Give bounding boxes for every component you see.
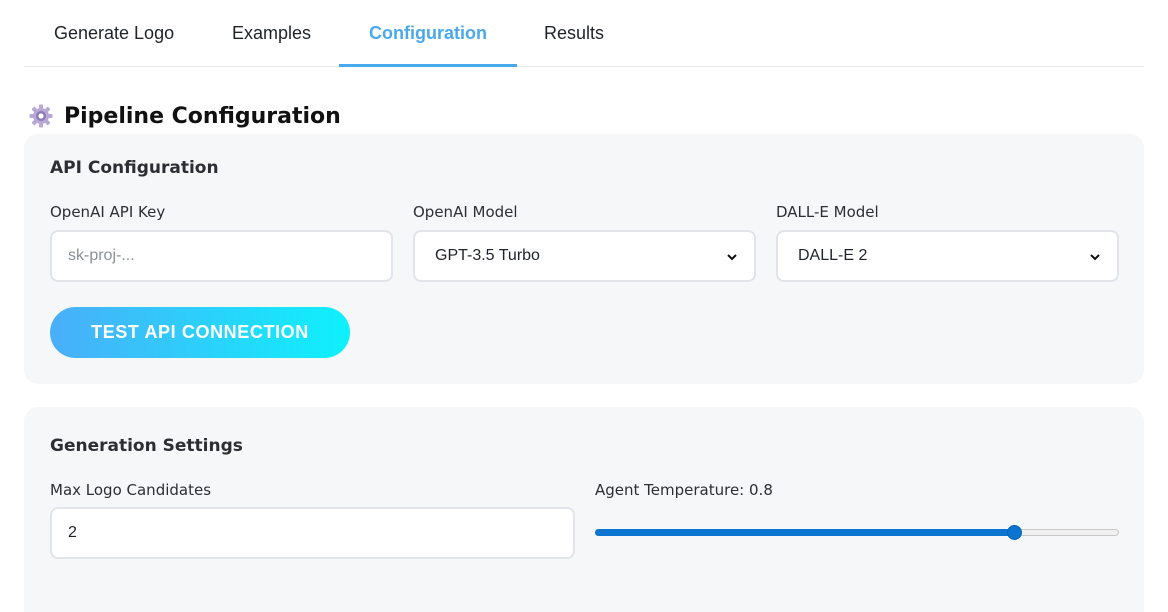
api-configuration-card: API Configuration OpenAI API Key sk-proj… — [24, 134, 1144, 384]
tab-label: Generate Logo — [54, 22, 175, 43]
api-key-input[interactable]: sk-proj-... — [50, 230, 393, 282]
openai-model-label: OpenAI Model — [413, 203, 518, 221]
generation-settings-title: Generation Settings — [50, 436, 243, 456]
max-candidates-input[interactable]: 2 — [50, 507, 575, 559]
api-configuration-title: API Configuration — [50, 158, 219, 178]
tab-label: Configuration — [369, 22, 487, 43]
gear-icon — [28, 103, 54, 129]
api-key-label: OpenAI API Key — [50, 203, 166, 221]
max-candidates-label: Max Logo Candidates — [50, 481, 212, 499]
page-title: Pipeline Configuration — [64, 103, 341, 129]
tab-configuration[interactable]: Configuration — [339, 0, 517, 67]
chevron-down-icon — [726, 250, 738, 262]
section-header: Pipeline Configuration — [28, 100, 341, 132]
slider-fill — [595, 529, 1015, 536]
api-key-placeholder: sk-proj-... — [68, 247, 135, 264]
temperature-label: Agent Temperature: 0.8 — [595, 481, 773, 499]
temperature-slider[interactable] — [595, 524, 1119, 540]
dalle-model-value: DALL-E 2 — [798, 247, 868, 264]
slider-thumb[interactable] — [1007, 525, 1023, 540]
tab-results[interactable]: Results — [514, 0, 634, 66]
tab-generate-logo[interactable]: Generate Logo — [24, 0, 204, 66]
tab-label: Results — [544, 22, 605, 43]
max-candidates-value: 2 — [68, 524, 77, 541]
openai-model-select[interactable]: GPT-3.5 Turbo — [413, 230, 756, 282]
test-api-connection-button[interactable]: TEST API CONNECTION — [50, 307, 350, 358]
dalle-model-select[interactable]: DALL-E 2 — [776, 230, 1119, 282]
tab-label: Examples — [232, 22, 312, 43]
openai-model-value: GPT-3.5 Turbo — [435, 247, 540, 264]
tab-bar: Generate Logo Examples Configuration Res… — [24, 0, 1144, 67]
generation-settings-card: Generation Settings Max Logo Candidates … — [24, 407, 1144, 612]
dalle-model-label: DALL-E Model — [776, 203, 879, 221]
tab-examples[interactable]: Examples — [202, 0, 341, 66]
chevron-down-icon — [1089, 250, 1101, 262]
